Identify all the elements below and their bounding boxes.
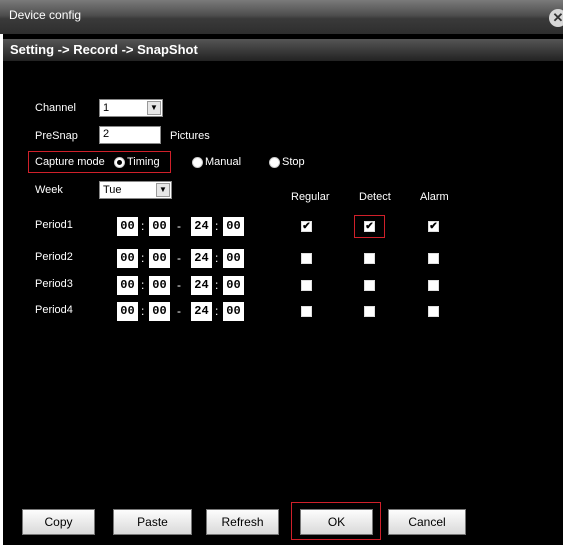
alarm-checkbox[interactable] bbox=[428, 280, 439, 291]
start-hour-field[interactable]: 00 bbox=[117, 302, 138, 321]
ok-button[interactable]: OK bbox=[300, 509, 373, 535]
regular-checkbox[interactable]: ✔ bbox=[301, 221, 312, 232]
copy-button[interactable]: Copy bbox=[22, 509, 95, 535]
column-regular: Regular bbox=[291, 191, 330, 203]
time-colon: : bbox=[215, 219, 219, 233]
end-hour-field[interactable]: 24 bbox=[191, 276, 212, 295]
time-colon: : bbox=[141, 219, 145, 233]
radio-stop[interactable] bbox=[269, 157, 280, 168]
breadcrumb: Setting -> Record -> SnapShot bbox=[3, 39, 563, 61]
time-colon: : bbox=[215, 278, 219, 292]
breadcrumb-text: Setting -> Record -> SnapShot bbox=[10, 42, 198, 57]
time-colon: : bbox=[141, 251, 145, 265]
refresh-button[interactable]: Refresh bbox=[206, 509, 279, 535]
radio-stop-label: Stop bbox=[282, 156, 305, 168]
alarm-checkbox[interactable]: ✔ bbox=[428, 221, 439, 232]
radio-timing[interactable] bbox=[114, 157, 125, 168]
week-select[interactable]: Tue ▼ bbox=[99, 181, 172, 199]
radio-manual-label: Manual bbox=[205, 156, 242, 168]
presnap-label: PreSnap bbox=[35, 130, 78, 142]
time-colon: : bbox=[141, 304, 145, 318]
column-detect: Detect bbox=[359, 191, 391, 203]
chevron-down-icon[interactable]: ▼ bbox=[147, 101, 161, 115]
start-hour-field[interactable]: 00 bbox=[117, 276, 138, 295]
start-minute-field[interactable]: 00 bbox=[149, 276, 170, 295]
start-hour-field[interactable]: 00 bbox=[117, 249, 138, 268]
end-minute-field[interactable]: 00 bbox=[223, 217, 244, 236]
radio-manual[interactable] bbox=[192, 157, 203, 168]
time-dash: - bbox=[177, 278, 181, 292]
presnap-input[interactable]: 2 bbox=[99, 126, 161, 144]
regular-checkbox[interactable] bbox=[301, 253, 312, 264]
end-minute-field[interactable]: 00 bbox=[223, 302, 244, 321]
time-colon: : bbox=[215, 251, 219, 265]
time-dash: - bbox=[177, 304, 181, 318]
end-minute-field[interactable]: 00 bbox=[223, 276, 244, 295]
alarm-checkbox[interactable] bbox=[428, 306, 439, 317]
column-alarm: Alarm bbox=[420, 191, 449, 203]
period-label: Period2 bbox=[35, 251, 73, 263]
start-minute-field[interactable]: 00 bbox=[149, 249, 170, 268]
end-hour-field[interactable]: 24 bbox=[191, 302, 212, 321]
end-hour-field[interactable]: 24 bbox=[191, 249, 212, 268]
time-colon: : bbox=[215, 304, 219, 318]
time-dash: - bbox=[177, 251, 181, 265]
period-label: Period4 bbox=[35, 304, 73, 316]
start-hour-field[interactable]: 00 bbox=[117, 217, 138, 236]
detect-checkbox[interactable] bbox=[364, 253, 375, 264]
end-minute-field[interactable]: 00 bbox=[223, 249, 244, 268]
channel-label: Channel bbox=[35, 102, 76, 114]
detect-checkbox[interactable] bbox=[364, 280, 375, 291]
week-value: Tue bbox=[103, 184, 122, 196]
chevron-down-icon[interactable]: ▼ bbox=[156, 183, 170, 197]
window-title: Device config bbox=[9, 8, 82, 22]
radio-timing-label: Timing bbox=[127, 156, 160, 168]
period-label: Period3 bbox=[35, 278, 73, 290]
week-label: Week bbox=[35, 184, 63, 196]
capture-mode-label: Capture mode bbox=[35, 156, 105, 168]
time-colon: : bbox=[141, 278, 145, 292]
title-bar: Device config ✕ bbox=[0, 0, 563, 34]
start-minute-field[interactable]: 00 bbox=[149, 302, 170, 321]
channel-value: 1 bbox=[103, 102, 110, 114]
regular-checkbox[interactable] bbox=[301, 280, 312, 291]
paste-button[interactable]: Paste bbox=[113, 509, 192, 535]
presnap-unit: Pictures bbox=[170, 130, 210, 142]
detect-highlight bbox=[354, 215, 385, 238]
end-hour-field[interactable]: 24 bbox=[191, 217, 212, 236]
alarm-checkbox[interactable] bbox=[428, 253, 439, 264]
regular-checkbox[interactable] bbox=[301, 306, 312, 317]
close-button[interactable]: ✕ bbox=[549, 9, 563, 27]
channel-select[interactable]: 1 ▼ bbox=[99, 99, 163, 117]
dialog-body: Setting -> Record -> SnapShot Channel 1 … bbox=[3, 34, 563, 545]
start-minute-field[interactable]: 00 bbox=[149, 217, 170, 236]
cancel-button[interactable]: Cancel bbox=[388, 509, 466, 535]
time-dash: - bbox=[177, 219, 181, 233]
detect-checkbox[interactable] bbox=[364, 306, 375, 317]
close-icon: ✕ bbox=[552, 10, 563, 25]
period-label: Period1 bbox=[35, 219, 73, 231]
